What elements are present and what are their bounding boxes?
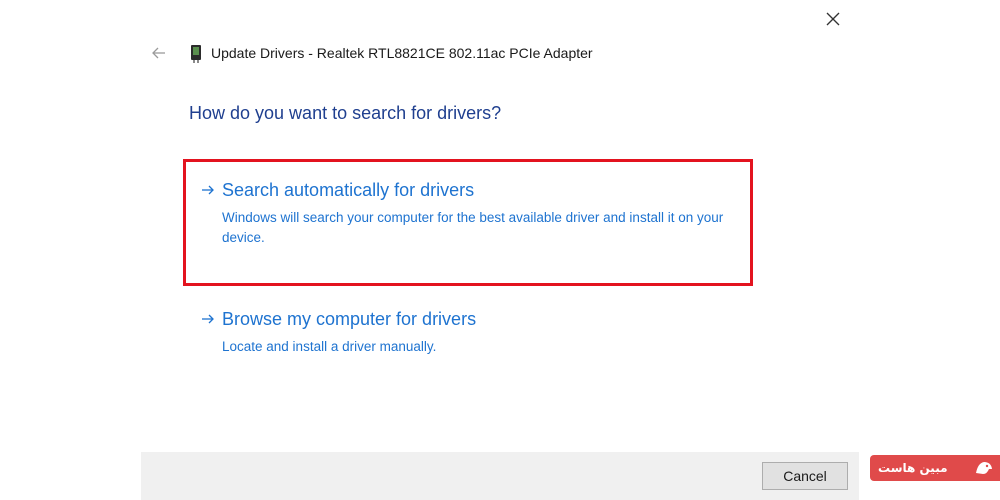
close-button[interactable] <box>822 8 844 30</box>
search-automatically-option[interactable]: Search automatically for drivers Windows… <box>201 180 741 250</box>
window-title: Update Drivers - Realtek RTL8821CE 802.1… <box>211 45 593 61</box>
option-description: Locate and install a driver manually. <box>222 339 437 354</box>
dialog-footer: Cancel <box>141 452 859 500</box>
page: Update Drivers - Realtek RTL8821CE 802.1… <box>0 0 1000 500</box>
page-heading: How do you want to search for drivers? <box>189 103 502 123</box>
update-drivers-dialog: Update Drivers - Realtek RTL8821CE 802.1… <box>141 0 859 500</box>
right-arrow-icon <box>202 314 214 324</box>
option-title: Browse my computer for drivers <box>222 309 477 329</box>
right-arrow-icon <box>202 185 214 195</box>
logo-icon <box>976 462 992 474</box>
device-icon <box>191 45 201 63</box>
back-button[interactable] <box>151 45 167 61</box>
back-arrow-icon <box>152 47 165 59</box>
watermark-badge: مبین هاست <box>870 455 1000 481</box>
watermark-text: مبین هاست <box>878 461 948 475</box>
option-title: Search automatically for drivers <box>222 180 475 200</box>
cancel-button[interactable]: Cancel <box>762 462 848 490</box>
close-icon <box>826 12 840 26</box>
browse-computer-option[interactable]: Browse my computer for drivers Locate an… <box>201 309 741 354</box>
option-description: Windows will search your computer for th… <box>222 210 724 245</box>
